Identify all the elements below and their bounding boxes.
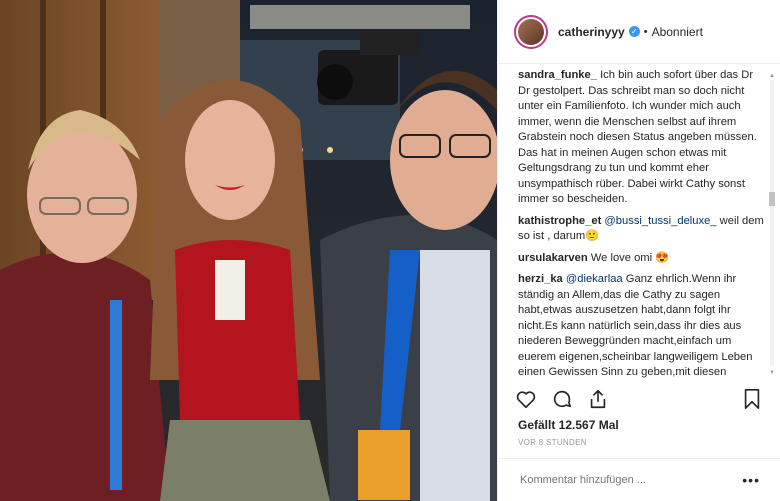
comment-text: Ganz ehrlich.Wenn ihr ständig an Allem,d… [518, 273, 753, 378]
verified-badge-icon: ✓ [628, 26, 640, 37]
avatar-image [518, 18, 544, 45]
comment-username[interactable]: sandra_funke_ [518, 69, 597, 81]
comment-item: sandra_funke_ Ich bin auch sofort über d… [518, 68, 766, 208]
comments-list[interactable]: sandra_funke_ Ich bin auch sofort über d… [498, 68, 780, 379]
comment-mention[interactable]: @bussi_tussi_deluxe_ [604, 215, 716, 227]
comment-username[interactable]: herzi_ka [518, 273, 563, 285]
add-comment-bar: ••• [498, 458, 780, 501]
photo-illustration [0, 0, 497, 501]
instagram-post-window: catherinyyy ✓ • Abonniert sandra_funke_ … [0, 0, 780, 501]
scroll-thumb[interactable] [769, 192, 775, 206]
post-actions [514, 384, 764, 414]
post-timestamp: VOR 8 STUNDEN [518, 438, 587, 447]
scroll-track[interactable] [770, 80, 774, 366]
comment-username[interactable]: ursulakarven [518, 252, 588, 264]
like-count[interactable]: Gefällt 12.567 Mal [518, 418, 619, 432]
share-icon[interactable] [586, 387, 610, 411]
bookmark-icon[interactable] [740, 387, 764, 411]
header-separator: • [643, 25, 648, 38]
scroll-up-arrow-icon[interactable]: ▲ [768, 72, 776, 80]
comment-item: herzi_ka @diekarlaa Ganz ehrlich.Wenn ih… [518, 272, 766, 379]
comment-item: kathistrophe_et @bussi_tussi_deluxe_ wei… [518, 214, 766, 245]
comment-item: ursulakarven We love omi 😍 [518, 251, 766, 267]
scroll-down-arrow-icon[interactable]: ▼ [768, 369, 776, 377]
follow-status-button[interactable]: Abonniert [652, 25, 703, 39]
comment-mention[interactable]: @diekarlaa [566, 273, 623, 285]
more-options-icon[interactable]: ••• [742, 472, 760, 488]
profile-avatar[interactable] [514, 14, 548, 49]
heart-icon[interactable] [514, 387, 538, 411]
comment-text: Ich bin auch sofort über das Dr Dr gesto… [518, 69, 757, 205]
post-photo[interactable] [0, 0, 497, 501]
comment-username[interactable]: kathistrophe_et [518, 215, 601, 227]
comments-scrollbar[interactable]: ▲ ▼ [768, 72, 776, 377]
post-header: catherinyyy ✓ • Abonniert [498, 0, 780, 64]
username-link[interactable]: catherinyyy [558, 25, 625, 39]
comment-input[interactable] [518, 473, 743, 487]
comment-icon[interactable] [550, 387, 574, 411]
post-sidebar: catherinyyy ✓ • Abonniert sandra_funke_ … [497, 0, 780, 501]
comment-text: We love omi 😍 [590, 251, 670, 264]
